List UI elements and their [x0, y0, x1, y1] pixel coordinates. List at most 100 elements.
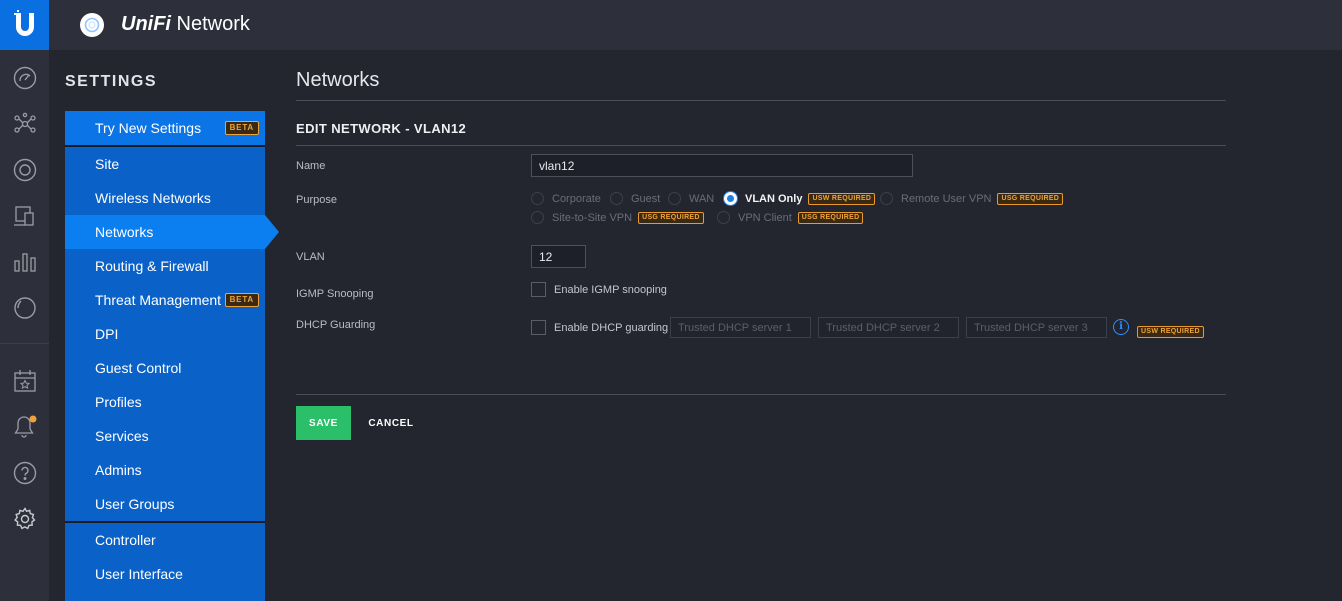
alert-dot — [29, 415, 37, 423]
brand-suffix: Network — [171, 13, 250, 35]
radio-label: Guest — [631, 192, 661, 205]
rail-divider — [0, 343, 49, 344]
purpose-option-vpn-client[interactable]: VPN Client USG REQUIRED — [717, 211, 864, 224]
sidebar-item-site[interactable]: Site — [65, 147, 265, 181]
trusted-dhcp-server-3-input[interactable] — [966, 317, 1107, 338]
section-divider — [296, 145, 1226, 146]
checkbox-box — [531, 282, 546, 297]
app-title: UniFi Network — [121, 13, 250, 36]
sidebar-item-admins[interactable]: Admins — [65, 453, 265, 487]
name-label: Name — [296, 160, 326, 172]
sidebar-item-label: Wireless Networks — [95, 190, 211, 206]
purpose-option-remote-user-vpn[interactable]: Remote User VPN USG REQUIRED — [880, 192, 1064, 205]
settings-icon[interactable] — [12, 506, 38, 532]
active-item-pointer — [265, 215, 279, 249]
checkbox-label: Enable IGMP snooping — [554, 283, 667, 296]
alerts-icon[interactable] — [12, 414, 38, 440]
brand-prefix: UniFi — [121, 13, 171, 35]
title-divider — [296, 100, 1226, 101]
settings-title: SETTINGS — [65, 73, 158, 90]
clients-icon[interactable] — [12, 203, 38, 229]
events-icon[interactable] — [12, 368, 38, 394]
page-title: Networks — [296, 69, 380, 91]
info-icon[interactable]: i — [1113, 319, 1129, 335]
usg-required-badge: USG REQUIRED — [797, 211, 864, 224]
sidebar-item-routing-firewall[interactable]: Routing & Firewall — [65, 249, 265, 283]
usw-required-badge: USW REQUIRED — [808, 192, 876, 205]
sidebar-item-label: Routing & Firewall — [95, 258, 209, 274]
sidebar-item-label: Admins — [95, 462, 142, 478]
name-input[interactable] — [531, 154, 913, 177]
top-bar: UniFi Network — [49, 0, 1342, 50]
radio-circle — [724, 192, 737, 205]
sidebar-item-label: Networks — [95, 224, 154, 240]
radio-label: Corporate — [552, 192, 601, 205]
usg-required-badge: USG REQUIRED — [997, 192, 1064, 205]
radio-circle — [717, 211, 730, 224]
beta-badge: BETA — [224, 293, 259, 307]
dashboard-icon[interactable] — [12, 65, 38, 91]
sidebar-item-label: Site — [95, 156, 120, 172]
radio-circle — [668, 192, 681, 205]
settings-nav: Try New Settings BETA Site Wireless Netw… — [65, 111, 265, 601]
usg-required-badge: USG REQUIRED — [638, 211, 704, 224]
unifi-logo-icon — [80, 13, 104, 37]
radio-label: Remote User VPN — [901, 192, 992, 205]
sidebar-item-wireless-networks[interactable]: Wireless Networks — [65, 181, 265, 215]
purpose-option-corporate[interactable]: Corporate — [531, 192, 601, 205]
sidebar-item-profiles[interactable]: Profiles — [65, 385, 265, 419]
sidebar-item-networks[interactable]: Networks — [65, 215, 265, 249]
sidebar-item-user-interface[interactable]: User Interface — [65, 557, 265, 601]
help-icon[interactable] — [12, 460, 38, 486]
sidebar-item-label: Services — [95, 428, 149, 444]
sidebar-item-services[interactable]: Services — [65, 419, 265, 453]
form-divider — [296, 394, 1226, 395]
sidebar-item-label: User Groups — [95, 496, 175, 512]
insights-icon[interactable] — [12, 295, 38, 321]
sidebar-item-label: Profiles — [95, 394, 142, 410]
vlan-input[interactable] — [531, 245, 586, 268]
sidebar-item-label: User Interface — [95, 566, 183, 582]
radio-label: VPN Client — [738, 211, 792, 224]
sidebar-item-label: Controller — [95, 532, 156, 548]
purpose-option-wan[interactable]: WAN — [668, 192, 714, 205]
radio-circle — [880, 192, 893, 205]
radio-circle — [610, 192, 623, 205]
section-title: EDIT NETWORK - VLAN12 — [296, 121, 467, 136]
sidebar-item-dpi[interactable]: DPI — [65, 317, 265, 351]
sidebar-item-try-new-settings[interactable]: Try New Settings BETA — [65, 111, 265, 145]
sidebar-item-label: DPI — [95, 326, 119, 342]
ubiquiti-logo[interactable] — [0, 0, 49, 50]
trusted-dhcp-server-2-input[interactable] — [818, 317, 959, 338]
sidebar-item-label: Guest Control — [95, 360, 182, 376]
igmp-snooping-checkbox[interactable]: Enable IGMP snooping — [531, 282, 667, 297]
sidebar-item-guest-control[interactable]: Guest Control — [65, 351, 265, 385]
checkbox-label: Enable DHCP guarding — [554, 321, 669, 334]
trusted-dhcp-server-1-input[interactable] — [670, 317, 811, 338]
save-button[interactable]: SAVE — [296, 406, 351, 440]
beta-badge: BETA — [224, 121, 259, 135]
dhcp-badge-wrap: USW REQUIRED — [1131, 320, 1204, 338]
sidebar-item-label: Try New Settings — [95, 120, 202, 136]
sidebar-item-user-groups[interactable]: User Groups — [65, 487, 265, 521]
devices-icon[interactable] — [12, 157, 38, 183]
radio-circle — [531, 211, 544, 224]
usw-required-badge: USW REQUIRED — [1137, 326, 1204, 338]
topology-icon[interactable] — [12, 111, 38, 137]
radio-label: VLAN Only — [745, 192, 803, 205]
sidebar-item-controller[interactable]: Controller — [65, 523, 265, 557]
statistics-icon[interactable] — [12, 249, 38, 275]
purpose-option-guest[interactable]: Guest — [610, 192, 660, 205]
ubiquiti-u-icon — [13, 10, 34, 36]
radio-label: WAN — [689, 192, 715, 205]
radio-label: Site-to-Site VPN — [552, 211, 633, 224]
icon-rail — [0, 0, 49, 601]
purpose-option-site-to-site-vpn[interactable]: Site-to-Site VPN USG REQUIRED — [531, 211, 704, 224]
dhcp-guarding-checkbox[interactable]: Enable DHCP guarding — [531, 320, 668, 335]
purpose-option-vlan-only[interactable]: VLAN Only USW REQUIRED — [724, 192, 876, 205]
sidebar-item-threat-management[interactable]: Threat Management BETA — [65, 283, 265, 317]
dhcp-guarding-label: DHCP Guarding — [296, 319, 376, 331]
vlan-label: VLAN — [296, 251, 325, 263]
cancel-button[interactable]: CANCEL — [362, 406, 420, 440]
sidebar-item-label: Threat Management — [95, 292, 222, 308]
